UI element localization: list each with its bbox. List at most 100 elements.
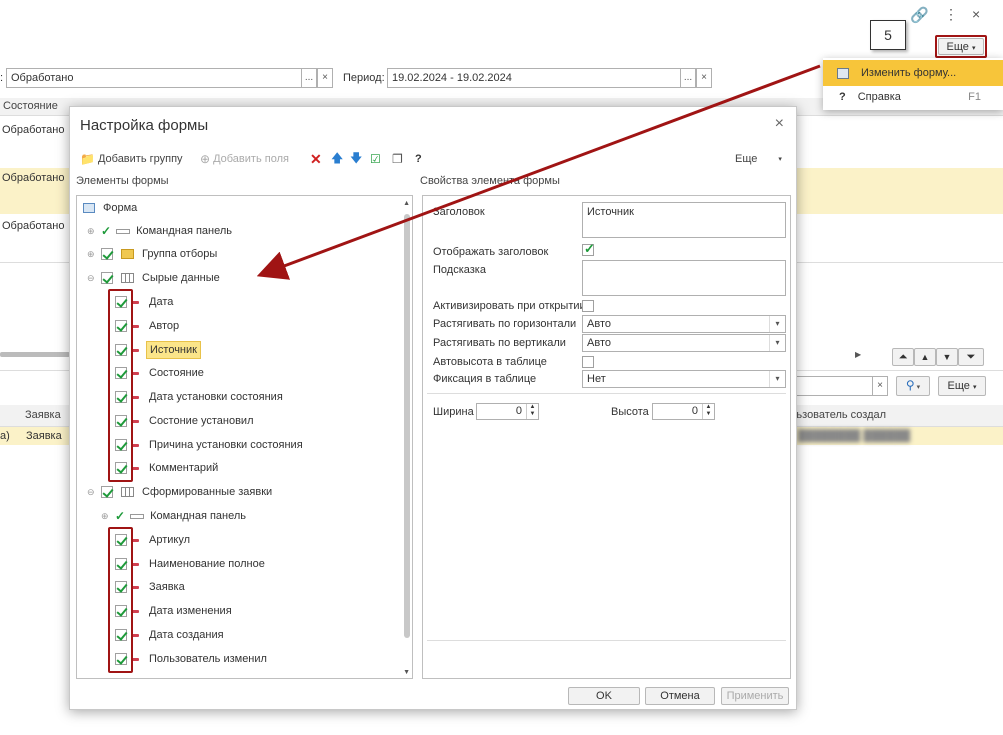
expand-icon[interactable]: ⊕ [87,249,97,260]
fix-select[interactable]: Нет ▾ [582,370,786,388]
tree-item-field[interactable]: Причина установки состояния [115,434,303,456]
spinner-icon: ▲ ▼ [526,404,538,419]
tree-item-command-panel[interactable]: ⊕ ✓ Командная панель [101,505,246,527]
period-clear-button[interactable]: × [696,68,712,88]
status-filter-input[interactable]: Обработано [6,68,302,88]
search-input[interactable] [790,376,874,396]
table-row-request[interactable]: Заявка [26,430,62,442]
move-down-button[interactable]: ▼ [936,348,958,366]
menu-item-edit-form[interactable]: Изменить форму... [823,60,1003,86]
tree-item-field[interactable]: Дата установки состояния [115,386,283,408]
table-row[interactable]: Обработано [2,220,65,232]
visible-checkbox[interactable] [101,272,113,284]
stretch-v-select[interactable]: Авто ▾ [582,334,786,352]
fix-label: Фиксация в таблице [433,373,537,385]
folder-add-icon: 📁 [80,152,95,166]
status-filter-clear-button[interactable]: × [317,68,333,88]
arrow-up-icon[interactable]: 🡅 [331,151,343,167]
hint-input[interactable] [582,260,786,296]
add-field-button[interactable]: ⊕ Добавить поля [200,151,289,167]
menu-item-help[interactable]: ? Справка F1 [823,84,1003,110]
properties-panel: Заголовок Источник Отображать заголовок … [422,195,791,679]
visible-checkbox[interactable] [101,248,113,260]
tree-item-field[interactable]: Наименование полное [115,553,265,575]
expand-icon[interactable]: ⊕ [87,226,97,237]
title-label: Заголовок [433,206,485,218]
column-header-state[interactable]: Состояние [3,100,58,112]
dialog-more-button[interactable]: Еще ▾ [735,151,782,167]
show-title-checkbox[interactable]: ✓ [582,241,595,256]
check-all-icon[interactable]: ☑ [370,151,381,167]
tree-item-label: Дата изменения [149,605,232,617]
move-bottom-button[interactable]: ⏷ [958,348,984,366]
search-clear-button[interactable]: × [872,376,888,396]
autoheight-checkbox[interactable] [582,356,594,368]
chevron-down-icon: ▾ [972,384,977,391]
ok-button[interactable]: OK [568,687,640,705]
help-icon: ? [839,91,846,103]
tree-item-form[interactable]: Форма [83,197,137,219]
status-filter-select-button[interactable]: ... [301,68,317,88]
table-row[interactable]: Обработано [2,172,65,184]
period-input[interactable]: 19.02.2024 - 19.02.2024 [387,68,681,88]
delete-icon[interactable]: ✕ [310,151,322,167]
close-icon[interactable]: × [972,6,980,22]
tree-item-field[interactable]: Пользователь изменил [115,648,267,670]
tree-item-label: Состояние [149,367,204,379]
tree-item-generated-requests[interactable]: ⊖ Сформированные заявки [87,481,272,503]
tree-item-label: Форма [103,202,138,214]
visible-checkbox[interactable] [101,486,113,498]
move-up-button[interactable]: ▲ [914,348,936,366]
more-vertical-icon[interactable]: ⋮ [944,6,958,23]
help-circle-icon[interactable]: ? [415,151,422,167]
visible-check-icon[interactable]: ✓ [115,509,125,523]
cancel-button[interactable]: Отмена [645,687,715,705]
table-row[interactable]: Обработано [2,124,65,136]
copy-icon[interactable]: ❐ [392,151,403,167]
close-icon[interactable]: × [775,115,784,133]
bottom-more-button[interactable]: Еще ▾ [938,376,986,396]
scroll-down-arrow-icon[interactable]: ▼ [403,669,410,676]
width-label: Ширина [433,406,474,418]
stretch-h-select[interactable]: Авто ▾ [582,315,786,333]
add-group-label: Добавить группу [97,153,183,165]
period-select-button[interactable]: ... [680,68,696,88]
collapse-icon[interactable]: ⊖ [87,273,97,284]
collapse-icon[interactable]: ⊖ [87,487,97,498]
tree-item-label: Дата установки состояния [149,391,283,403]
column-header-request[interactable]: Заявка [25,409,61,421]
stretch-h-label: Растягивать по горизонтали [433,318,577,330]
checkbox-highlight-generated [108,527,133,673]
apply-button[interactable]: Применить [721,687,789,705]
link-icon[interactable]: 🔗 [910,6,929,24]
visible-check-icon[interactable]: ✓ [101,224,111,238]
spinner-icon: ▲ ▼ [702,404,714,419]
height-label: Высота [611,406,649,418]
column-header-user-created[interactable]: льзователь создал [790,409,886,421]
chevron-down-icon: ▾ [769,371,785,387]
horizontal-scrollbar[interactable] [0,352,70,357]
arrow-down-icon[interactable]: 🡇 [350,151,362,167]
checkbox-highlight-raw [108,289,133,482]
plus-circle-icon: ⊕ [200,152,211,166]
props-divider-bottom [427,640,786,641]
tree-scrollbar[interactable] [404,214,410,638]
expand-icon[interactable]: ⊕ [101,511,111,522]
tree-item-command-panel[interactable]: ⊕ ✓ Командная панель [87,220,232,242]
props-divider [427,393,786,394]
search-button[interactable]: ⚲ ▾ [896,376,930,396]
title-input[interactable]: Источник [582,202,786,238]
scroll-right-arrow-icon[interactable]: ▶ [855,350,861,359]
tree-item-label: Причина установки состояния [149,439,303,451]
scroll-up-arrow-icon[interactable]: ▲ [403,200,410,207]
add-group-button[interactable]: 📁 Добавить группу [80,151,183,167]
tree-item-field[interactable]: Состоние установил [115,410,254,432]
width-spinner[interactable]: 0 ▲ ▼ [476,403,539,420]
tree-item-group-filters[interactable]: ⊕ Группа отборы [87,243,217,265]
tree-item-label: Пользователь изменил [149,653,267,665]
height-spinner[interactable]: 0 ▲ ▼ [652,403,715,420]
tree-item-raw-data[interactable]: ⊖ Сырые данные [87,267,220,289]
more-button[interactable]: Еще ▾ [938,38,984,55]
move-top-button[interactable]: ⏶ [892,348,914,366]
activate-checkbox[interactable] [582,300,594,312]
